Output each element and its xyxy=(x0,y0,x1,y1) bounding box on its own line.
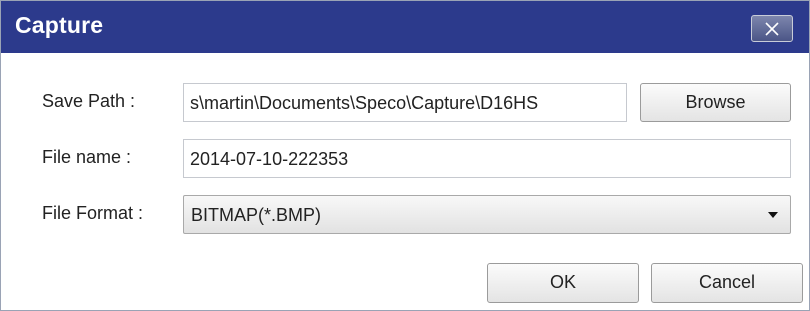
file-format-label: File Format : xyxy=(42,203,144,223)
close-icon xyxy=(765,22,779,36)
file-name-field[interactable]: 2014-07-10-222353 xyxy=(183,139,791,178)
cancel-button-label: Cancel xyxy=(698,272,756,292)
dialog-title: Capture xyxy=(15,12,104,38)
ok-button[interactable]: OK xyxy=(487,263,639,303)
title-bar[interactable]: Capture xyxy=(1,1,809,53)
file-format-value: BITMAP(*.BMP) xyxy=(191,205,322,225)
browse-button[interactable]: Browse xyxy=(640,83,791,122)
dropdown-arrow-icon xyxy=(768,212,778,218)
browse-button-label: Browse xyxy=(685,92,746,112)
file-name-value: 2014-07-10-222353 xyxy=(190,149,349,169)
save-path-value: s\martin\Documents\Speco\Capture\D16HS xyxy=(190,93,539,113)
capture-dialog: Capture Save Path : s\martin\Documents\S… xyxy=(0,0,810,311)
save-path-label: Save Path : xyxy=(42,91,136,111)
ok-button-label: OK xyxy=(549,272,576,292)
cancel-button[interactable]: Cancel xyxy=(651,263,803,303)
close-button[interactable] xyxy=(751,15,793,42)
file-format-select[interactable]: BITMAP(*.BMP) xyxy=(183,195,791,234)
file-name-label: File name : xyxy=(42,147,132,167)
save-path-field[interactable]: s\martin\Documents\Speco\Capture\D16HS xyxy=(183,83,627,122)
